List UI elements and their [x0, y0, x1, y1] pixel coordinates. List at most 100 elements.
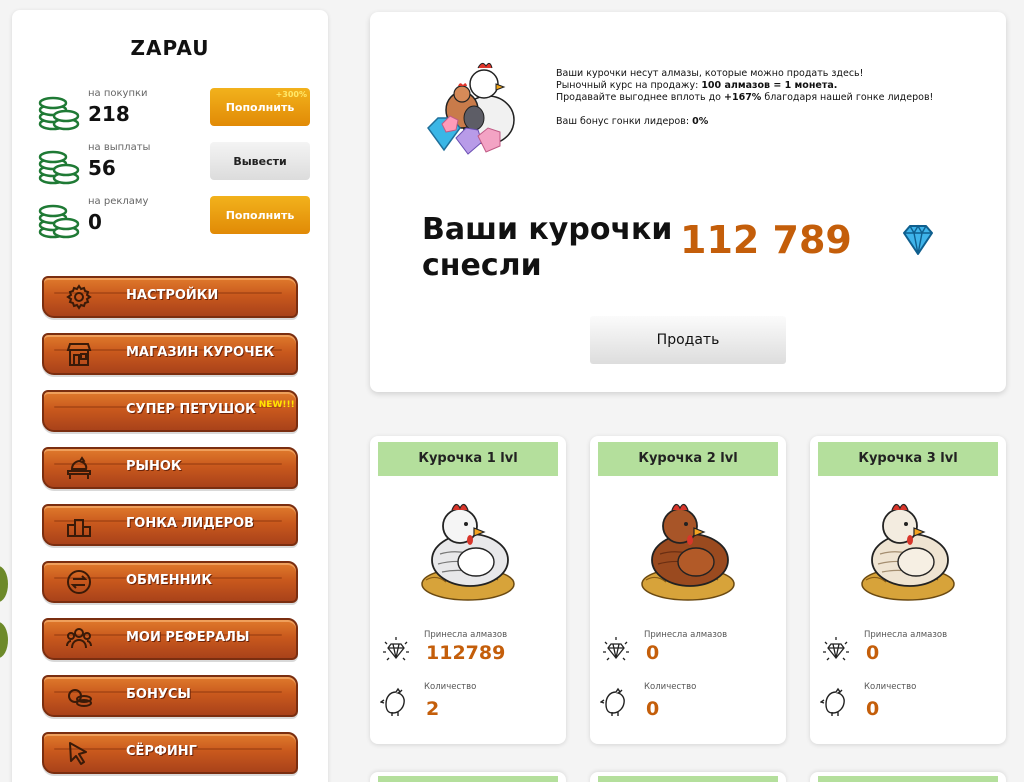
hen-card-level-2: Курочка 2 lvl Принесла алмазов 0 Количес… [590, 436, 786, 744]
hen-level-2-illustration [641, 503, 735, 601]
hen-outline-icon [600, 687, 625, 716]
hen-level-3-illustration [861, 503, 955, 601]
diamonds-value: 0 [866, 642, 880, 664]
diamond-sparkle-icon [823, 637, 849, 661]
count-caption: Количество [864, 682, 917, 692]
podium-icon [67, 519, 91, 537]
count-caption: Количество [424, 682, 477, 692]
hen-card-title: Курочка 2 lvl [598, 442, 778, 476]
laid-title-line1: Ваши курочки [422, 212, 673, 247]
menu-label: ОБМЕННИК [126, 573, 213, 588]
new-badge: NEW!!! [258, 400, 295, 410]
info-line: Ваш бонус гонки лидеров: 0% [556, 116, 976, 128]
balance-value: 218 [88, 102, 130, 126]
coins-stack-icon [38, 204, 80, 239]
sell-info-text: Ваши курочки несут алмазы, которые можно… [556, 68, 976, 128]
sidebar: ZAPAU на покупки 218 Пополнить +300% на … [12, 10, 328, 782]
sell-button[interactable]: Продать [590, 316, 786, 364]
info-line1: Ваши курочки несут алмазы, которые можно… [556, 68, 864, 79]
menu-item-bonuses[interactable]: БОНУСЫ [42, 675, 298, 717]
menu-label: СЁРФИНГ [126, 744, 197, 759]
balance-caption: на рекламу [88, 196, 149, 207]
hen-card-title-partial [378, 776, 558, 782]
balance-purchases: на покупки 218 Пополнить +300% [38, 88, 328, 138]
info-line3-prefix: Продавайте выгоднее вплоть до [556, 92, 725, 103]
diamond-sparkle-icon [383, 637, 409, 661]
hen-outline-icon [820, 687, 845, 716]
balance-value: 0 [88, 210, 102, 234]
button-label: Вывести [233, 154, 287, 168]
hen-card-title-partial [818, 776, 998, 782]
balance-caption: на выплаты [88, 142, 151, 153]
laid-diamonds-title: Ваши курочки снесли [422, 212, 672, 284]
balance-caption: на покупки [88, 88, 148, 99]
coins-stack-icon [38, 96, 80, 131]
diamonds-value: 0 [646, 642, 660, 664]
balance-payouts: на выплаты 56 Вывести [38, 142, 328, 192]
hen-outline-icon [380, 687, 405, 716]
exchange-rate: 100 алмазов = 1 монета. [701, 80, 838, 91]
menu-label: НАСТРОЙКИ [126, 288, 219, 303]
count-value: 0 [866, 698, 880, 720]
referrals-icon [66, 628, 92, 649]
exchange-icon [67, 570, 91, 594]
balance-value: 56 [88, 156, 116, 180]
username: ZAPAU [130, 36, 210, 60]
max-bonus: +167% [724, 92, 762, 103]
topup-advertising-button[interactable]: Пополнить [210, 196, 310, 234]
menu-label: СУПЕР ПЕТУШОК NEW!!! [126, 400, 295, 417]
balance-advertising: на рекламу 0 Пополнить [38, 196, 328, 246]
diamonds-caption: Принесла алмазов [864, 630, 948, 640]
topup-purchases-button[interactable]: Пополнить +300% [210, 88, 310, 126]
hen-card-partial [590, 772, 786, 782]
diamond-icon [903, 224, 933, 255]
menu-item-referrals[interactable]: МОИ РЕФЕРАЛЫ [42, 618, 298, 660]
withdraw-button[interactable]: Вывести [210, 142, 310, 180]
menu-label: ГОНКА ЛИДЕРОВ [126, 516, 255, 531]
shop-icon [66, 343, 92, 366]
menu-item-super-rooster[interactable]: СУПЕР ПЕТУШОК NEW!!! [42, 390, 298, 432]
hen-card-level-3: Курочка 3 lvl Принесла алмазов 0 Количес… [810, 436, 1006, 744]
info-line2-prefix: Рыночный курс на продажу: [556, 80, 702, 91]
diamonds-caption: Принесла алмазов [424, 630, 508, 640]
menu-label-text: СУПЕР ПЕТУШОК [126, 402, 256, 417]
menu-item-surfing[interactable]: СЁРФИНГ [42, 732, 298, 774]
button-label: Пополнить [225, 208, 295, 222]
hen-card-level-1: Курочка 1 lvl Принесла алмазов 112789 Ко… [370, 436, 566, 744]
count-value: 0 [646, 698, 660, 720]
coins-stack-icon [38, 150, 80, 185]
diamonds-caption: Принесла алмазов [644, 630, 728, 640]
edge-decoration [0, 622, 8, 658]
hen-card-title-partial [598, 776, 778, 782]
coins-icon [68, 689, 92, 707]
leader-bonus: 0% [692, 116, 709, 127]
hens-with-diamonds-illustration [427, 62, 515, 155]
menu-item-settings[interactable]: НАСТРОЙКИ [42, 276, 298, 318]
menu-item-market[interactable]: РЫНОК [42, 447, 298, 489]
laid-diamonds-value: 112 789 [680, 218, 852, 262]
edge-decoration [0, 566, 8, 602]
gear-icon [66, 284, 92, 310]
hen-card-title: Курочка 1 lvl [378, 442, 558, 476]
menu-item-leader-race[interactable]: ГОНКА ЛИДЕРОВ [42, 504, 298, 546]
market-hen-icon [67, 456, 91, 479]
bonus-badge: +300% [275, 90, 307, 99]
info-line3-suffix: благодаря нашей гонке лидеров! [761, 92, 934, 103]
info-line: Ваши курочки несут алмазы, которые можно… [556, 68, 976, 80]
menu-label: МОИ РЕФЕРАЛЫ [126, 630, 250, 645]
menu-item-hen-shop[interactable]: МАГАЗИН КУРОЧЕК [42, 333, 298, 375]
hen-card-partial [810, 772, 1006, 782]
hen-card-partial [370, 772, 566, 782]
laid-title-line2: снесли [422, 248, 542, 283]
count-caption: Количество [644, 682, 697, 692]
info-line: Продавайте выгоднее вплоть до +167% благ… [556, 92, 976, 104]
info-line4-prefix: Ваш бонус гонки лидеров: [556, 116, 693, 127]
menu-label: МАГАЗИН КУРОЧЕК [126, 345, 275, 360]
menu-item-exchanger[interactable]: ОБМЕННИК [42, 561, 298, 603]
sell-diamonds-card: Ваши курочки несут алмазы, которые можно… [370, 12, 1006, 392]
menu-label: РЫНОК [126, 459, 182, 474]
diamond-sparkle-icon [603, 637, 629, 661]
info-line: Рыночный курс на продажу: 100 алмазов = … [556, 80, 976, 92]
hen-level-1-illustration [421, 503, 515, 601]
menu-label: БОНУСЫ [126, 687, 191, 702]
